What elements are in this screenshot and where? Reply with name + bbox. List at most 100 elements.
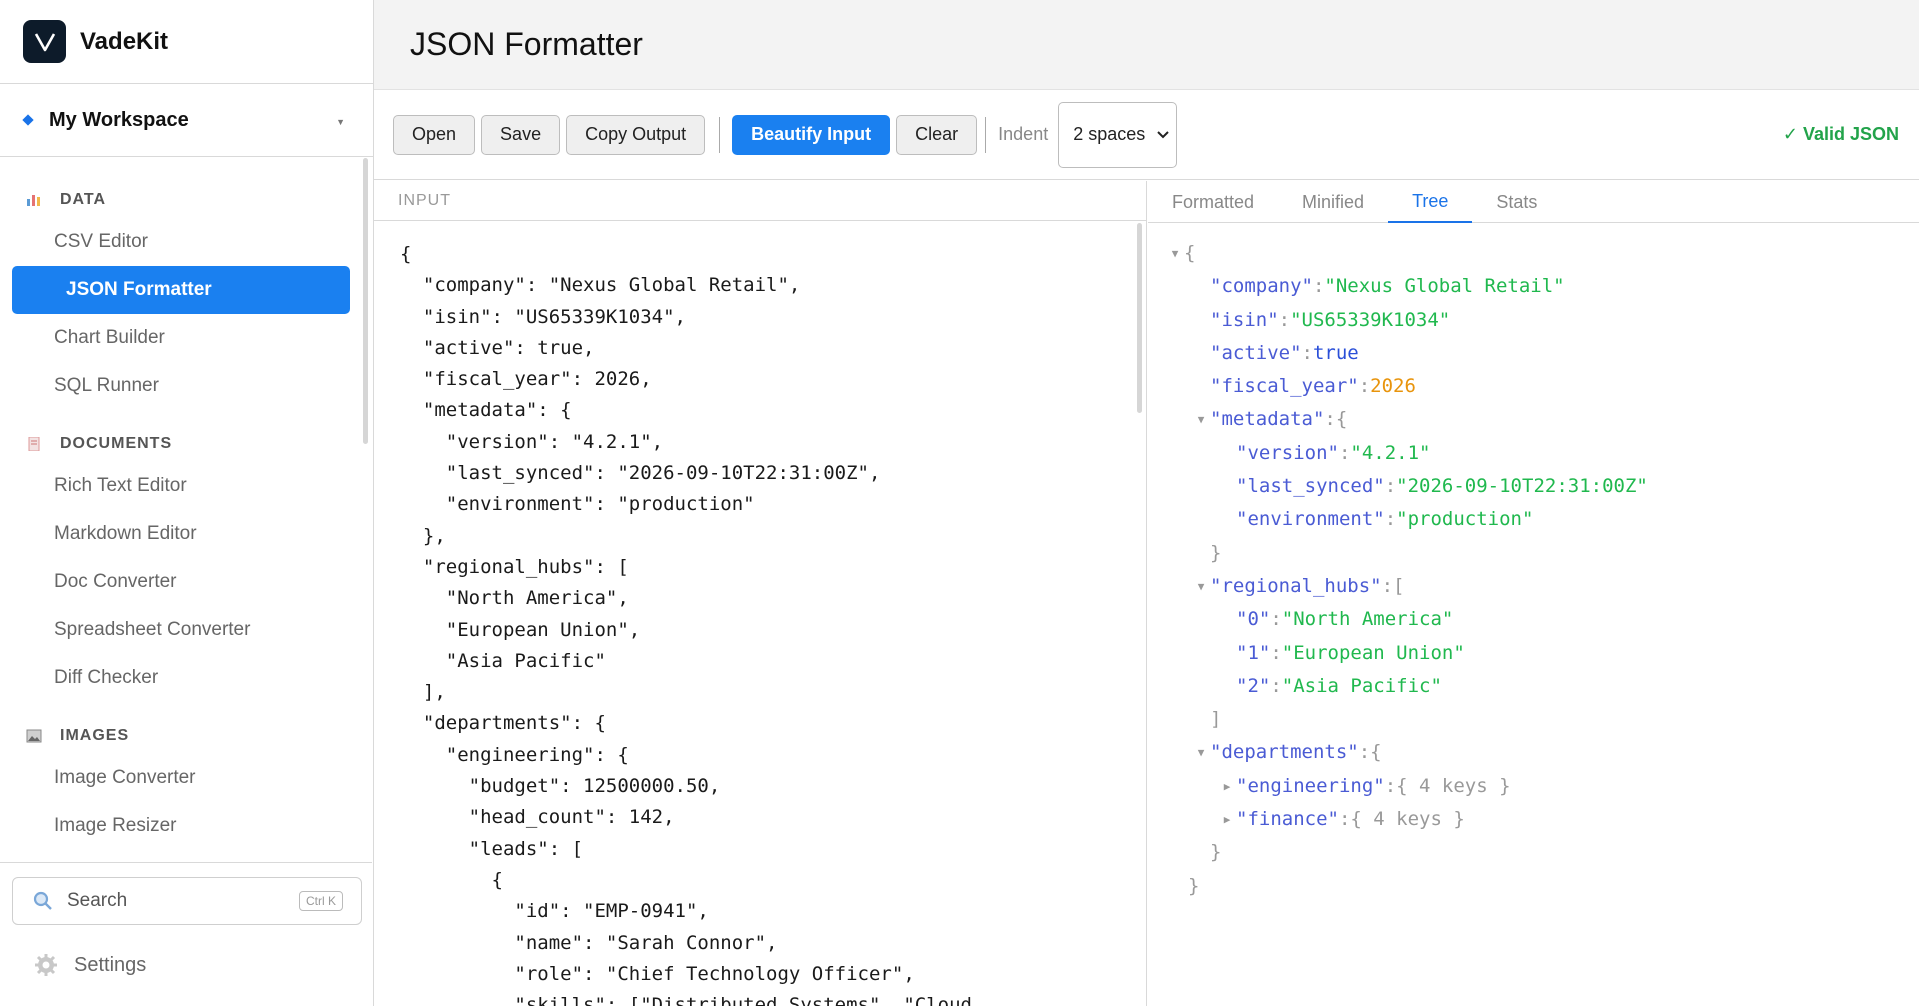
tree-row: } <box>1210 841 1222 864</box>
section-label: IMAGES <box>60 727 130 744</box>
code-line: "North America", <box>400 587 629 610</box>
validation-status: ✓ Valid JSON <box>1782 124 1899 144</box>
settings-button[interactable]: Settings <box>34 953 146 977</box>
code-line: "last_synced": "2026-09-10T22:31:00Z", <box>400 462 881 485</box>
tab-stats[interactable]: Stats <box>1472 181 1561 223</box>
tree-row: "last_synced":"2026-09-10T22:31:00Z" <box>1236 475 1648 498</box>
code-line: "id": "EMP-0941", <box>400 900 709 923</box>
chevron-down-icon <box>1157 130 1169 138</box>
tree-row: ] <box>1210 708 1222 731</box>
tab-minified[interactable]: Minified <box>1278 181 1388 223</box>
code-line: "leads": [ <box>400 837 584 860</box>
search-icon <box>33 891 52 910</box>
workspace-icon <box>22 114 34 126</box>
vadekit-logo-icon <box>23 20 66 63</box>
sidebar-item-json-formatter[interactable]: JSON Formatter <box>12 266 350 314</box>
editor-panes: INPUT { "company": "Nexus Global Retail"… <box>374 181 1919 1006</box>
sidebar-item-image-converter[interactable]: Image Converter <box>0 754 360 802</box>
beautify-input-button[interactable]: Beautify Input <box>732 114 891 155</box>
input-pane[interactable]: INPUT { "company": "Nexus Global Retail"… <box>374 181 1147 1006</box>
sidebar-item-spreadsheet-converter[interactable]: Spreadsheet Converter <box>0 606 360 654</box>
open-button[interactable]: Open <box>393 114 476 155</box>
expand-caret-icon[interactable]: ▼ <box>1192 403 1210 436</box>
collapse-caret-icon[interactable]: ▶ <box>1218 770 1236 803</box>
input-scrollbar[interactable] <box>1137 223 1142 413</box>
code-line: "company": "Nexus Global Retail", <box>400 274 801 297</box>
code-line: "regional_hubs": [ <box>400 555 629 578</box>
code-line: "skills": ["Distributed Systems", "Cloud <box>400 994 972 1006</box>
tree-row: "0":"North America" <box>1236 608 1454 631</box>
sidebar-scrollbar[interactable] <box>363 158 368 444</box>
document-icon <box>28 437 40 451</box>
sidebar-item-markdown-editor[interactable]: Markdown Editor <box>0 510 360 558</box>
search-input[interactable]: Search Ctrl K <box>12 877 362 925</box>
search-shortcut-badge: Ctrl K <box>299 891 343 911</box>
tree-row: "environment":"production" <box>1236 508 1534 531</box>
section-data: DATA <box>0 182 372 218</box>
output-pane: Formatted Minified Tree Stats ▼{ "compan… <box>1148 181 1919 1006</box>
indent-select-value: 2 spaces <box>1073 124 1146 144</box>
chevron-down-icon: ▼ <box>336 117 345 127</box>
search-placeholder: Search <box>67 890 128 911</box>
code-line: { <box>400 243 412 265</box>
tab-formatted[interactable]: Formatted <box>1148 181 1278 223</box>
code-line: "version": "4.2.1", <box>400 430 664 453</box>
code-line: "head_count": 142, <box>400 806 675 829</box>
toolbar-divider <box>985 116 987 153</box>
main-area: JSON Formatter Open Save Copy Output Bea… <box>374 0 1919 1006</box>
tree-row: ▼ "regional_hubs":[ <box>1148 570 1919 603</box>
workspace-selector[interactable]: My Workspace ▼ <box>0 84 373 157</box>
expand-caret-icon[interactable]: ▼ <box>1192 736 1210 769</box>
app-name: VadeKit <box>80 27 169 55</box>
code-line: { <box>400 868 503 891</box>
tree-row: } <box>1210 541 1222 564</box>
sidebar: VadeKit My Workspace ▼ DATA CSV Editor J… <box>0 0 374 1006</box>
sidebar-item-doc-converter[interactable]: Doc Converter <box>0 558 360 606</box>
tree-row: ▶ "engineering":{ 4 keys } <box>1148 770 1919 803</box>
image-icon <box>26 729 42 743</box>
brand: VadeKit <box>0 0 373 84</box>
code-line: "engineering": { <box>400 743 629 766</box>
sidebar-item-image-resizer[interactable]: Image Resizer <box>0 802 360 850</box>
code-line: "fiscal_year": 2026, <box>400 368 652 391</box>
sidebar-item-rich-text-editor[interactable]: Rich Text Editor <box>0 462 360 510</box>
sidebar-footer: Search Ctrl K Settings <box>0 862 372 1006</box>
page-header: JSON Formatter <box>374 0 1919 90</box>
section-label: DATA <box>60 191 107 208</box>
code-line: "name": "Sarah Connor", <box>400 931 778 954</box>
sidebar-item-chart-builder[interactable]: Chart Builder <box>0 314 360 362</box>
tab-tree[interactable]: Tree <box>1388 181 1473 223</box>
input-editor[interactable]: { "company": "Nexus Global Retail", "isi… <box>374 221 1146 1006</box>
json-tree: ▼{ "company":"Nexus Global Retail" "isin… <box>1148 223 1919 903</box>
code-line: "role": "Chief Technology Officer", <box>400 962 915 985</box>
collapse-caret-icon[interactable]: ▶ <box>1218 803 1236 836</box>
expand-caret-icon[interactable]: ▼ <box>1166 237 1184 270</box>
tree-row: "company":"Nexus Global Retail" <box>1210 275 1565 298</box>
copy-output-button[interactable]: Copy Output <box>566 114 706 155</box>
sidebar-item-sql-runner[interactable]: SQL Runner <box>0 362 360 410</box>
tree-row: "active":true <box>1210 341 1359 364</box>
gear-icon <box>35 954 57 976</box>
code-line: "Asia Pacific" <box>400 649 606 672</box>
tree-row: ▶ "finance":{ 4 keys } <box>1148 803 1919 836</box>
expand-caret-icon[interactable]: ▼ <box>1192 570 1210 603</box>
code-line: "metadata": { <box>400 399 572 422</box>
indent-select[interactable]: 2 spaces <box>1058 101 1178 168</box>
output-tabs: Formatted Minified Tree Stats <box>1148 181 1919 223</box>
save-button[interactable]: Save <box>481 114 561 155</box>
tree-row: } <box>1188 874 1200 897</box>
indent-label: Indent <box>998 124 1049 144</box>
code-line: "environment": "production" <box>400 493 755 516</box>
sidebar-item-diff-checker[interactable]: Diff Checker <box>0 654 360 702</box>
section-documents: DOCUMENTS <box>0 426 372 462</box>
code-line: "isin": "US65339K1034", <box>400 305 686 328</box>
sidebar-item-csv-editor[interactable]: CSV Editor <box>0 218 360 266</box>
toolbar: Open Save Copy Output Beautify Input Cle… <box>374 90 1919 180</box>
tree-row: "fiscal_year":2026 <box>1210 375 1416 398</box>
code-line: }, <box>400 524 446 547</box>
page-title: JSON Formatter <box>410 26 643 62</box>
toolbar-divider <box>719 116 721 153</box>
clear-button[interactable]: Clear <box>896 114 978 155</box>
bar-chart-icon <box>27 195 40 206</box>
code-line: "departments": { <box>400 712 606 735</box>
